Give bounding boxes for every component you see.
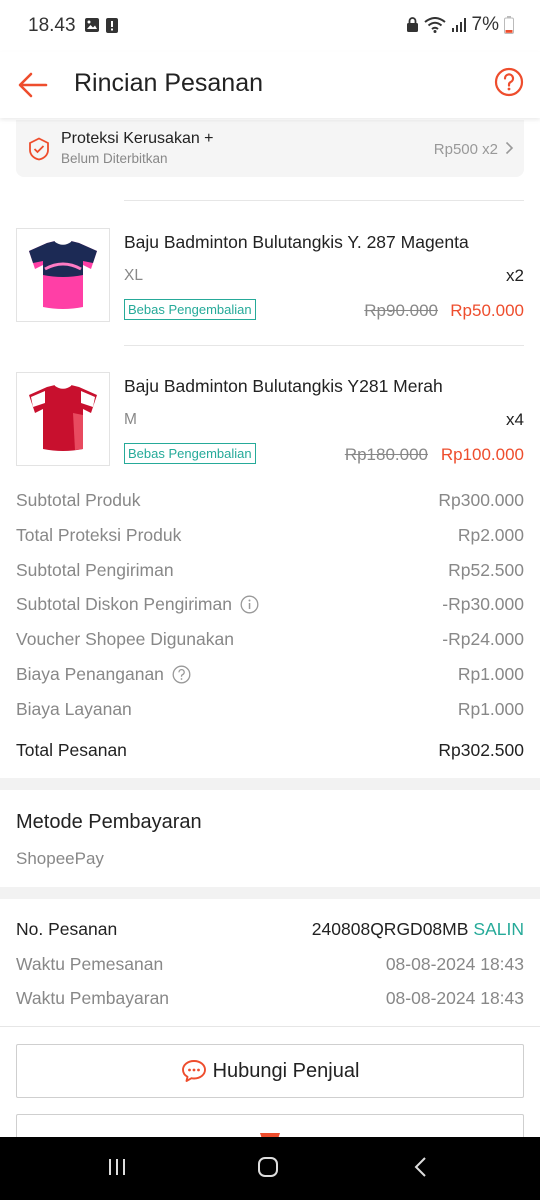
divider	[0, 1026, 540, 1027]
protection-price: Rp500 x2	[433, 141, 498, 158]
free-return-badge: Bebas Pengembalian	[124, 443, 256, 464]
divider	[124, 345, 524, 346]
lock-icon	[406, 17, 418, 32]
order-time-label: Waktu Pemesanan	[16, 954, 164, 974]
product-name: Baju Badminton Bulutangkis Y. 287 Magent…	[124, 232, 469, 252]
summary-value: -Rp24.000	[442, 629, 524, 649]
recent-apps-icon[interactable]	[106, 1156, 128, 1178]
product-quantity: x2	[506, 266, 524, 285]
discounted-price: Rp100.000	[440, 445, 524, 464]
payment-method-title: Metode Pembayaran	[16, 811, 202, 833]
summary-label: Total Proteksi Produk	[16, 525, 182, 545]
summary-value: Rp52.500	[448, 560, 524, 580]
section-separator	[0, 887, 540, 899]
payment-time-label: Waktu Pembayaran	[16, 988, 170, 1008]
copy-button[interactable]: SALIN	[473, 919, 524, 939]
battery-percent: 7%	[471, 14, 499, 35]
protection-title: Proteksi Kerusakan +	[61, 130, 214, 147]
status-bar: 18.43 7%	[0, 0, 540, 52]
product-variant: M	[124, 411, 137, 428]
summary-value: Rp2.000	[457, 525, 524, 545]
alert-icon	[106, 18, 118, 33]
question-icon[interactable]	[172, 665, 191, 684]
summary-label: Subtotal Diskon Pengiriman	[16, 594, 232, 614]
home-icon[interactable]	[257, 1156, 279, 1178]
summary-row: Total Proteksi Produk Rp2.000	[16, 525, 524, 549]
summary-value: Rp300.000	[438, 490, 524, 510]
summary-value: -Rp30.000	[442, 594, 524, 614]
page-title: Rincian Pesanan	[74, 69, 264, 97]
summary-row: Voucher Shopee Digunakan -Rp24.000	[16, 629, 524, 653]
battery-icon	[504, 16, 514, 34]
product-quantity: x4	[506, 410, 524, 429]
shirt-image-red	[29, 384, 97, 451]
section-separator	[0, 778, 540, 790]
summary-label: Biaya Penanganan	[16, 664, 164, 684]
payment-method-value: ShopeePay	[16, 849, 104, 868]
wifi-icon	[423, 17, 446, 33]
chevron-right-icon	[505, 141, 514, 155]
payment-time-value: 08-08-2024 18:43	[385, 988, 524, 1008]
signal-icon	[451, 18, 466, 32]
system-nav-bar	[0, 1137, 540, 1200]
order-total-row: Total Pesanan Rp302.500	[16, 740, 524, 764]
summary-label: Biaya Layanan	[16, 699, 132, 719]
summary-label: Subtotal Produk	[16, 490, 141, 510]
order-time-value: 08-08-2024 18:43	[385, 954, 524, 974]
contact-seller-label: Hubungi Penjual	[212, 1059, 360, 1082]
info-icon[interactable]	[240, 595, 259, 614]
original-price: Rp180.000	[344, 445, 428, 464]
product-name: Baju Badminton Bulutangkis Y281 Merah	[124, 376, 443, 396]
protection-status: Belum Diterbitkan	[61, 151, 168, 166]
product-variant: XL	[124, 267, 143, 284]
product-item[interactable]: Baju Badminton Bulutangkis Y. 287 Magent…	[0, 228, 540, 338]
gallery-icon	[85, 18, 99, 32]
shirt-image-magenta	[29, 240, 97, 309]
summary-row: Subtotal Pengiriman Rp52.500	[16, 560, 524, 584]
summary-value: Rp1.000	[457, 699, 524, 719]
summary-row: Biaya Layanan Rp1.000	[16, 699, 524, 723]
product-item[interactable]: Baju Badminton Bulutangkis Y281 Merah M …	[0, 372, 540, 482]
product-thumbnail[interactable]	[16, 228, 110, 322]
summary-row: Subtotal Produk Rp300.000	[16, 490, 524, 514]
chat-icon	[181, 1060, 206, 1082]
discounted-price: Rp50.000	[450, 301, 524, 320]
original-price: Rp90.000	[364, 301, 438, 320]
product-thumbnail[interactable]	[16, 372, 110, 466]
summary-row: Subtotal Diskon Pengiriman -Rp30.000	[16, 594, 524, 618]
order-total-label: Total Pesanan	[16, 740, 127, 760]
order-number-label: No. Pesanan	[16, 919, 118, 939]
summary-label: Subtotal Pengiriman	[16, 560, 174, 580]
shield-icon	[29, 137, 49, 161]
free-return-badge: Bebas Pengembalian	[124, 299, 256, 320]
divider	[124, 200, 524, 201]
back-icon[interactable]	[410, 1156, 432, 1178]
order-number-value: 240808QRGD08MB	[311, 919, 469, 939]
summary-value: Rp1.000	[457, 664, 524, 684]
order-total-value: Rp302.500	[438, 740, 524, 760]
help-icon[interactable]	[494, 67, 524, 97]
app-header: Rincian Pesanan	[0, 52, 540, 118]
protection-card[interactable]: Proteksi Kerusakan + Belum Diterbitkan R…	[16, 120, 524, 177]
summary-label: Voucher Shopee Digunakan	[16, 629, 234, 649]
contact-seller-button[interactable]: Hubungi Penjual	[16, 1044, 524, 1098]
back-arrow-icon[interactable]	[16, 68, 50, 102]
summary-row: Biaya Penanganan Rp1.000	[16, 664, 524, 688]
status-time: 18.43	[28, 15, 76, 36]
